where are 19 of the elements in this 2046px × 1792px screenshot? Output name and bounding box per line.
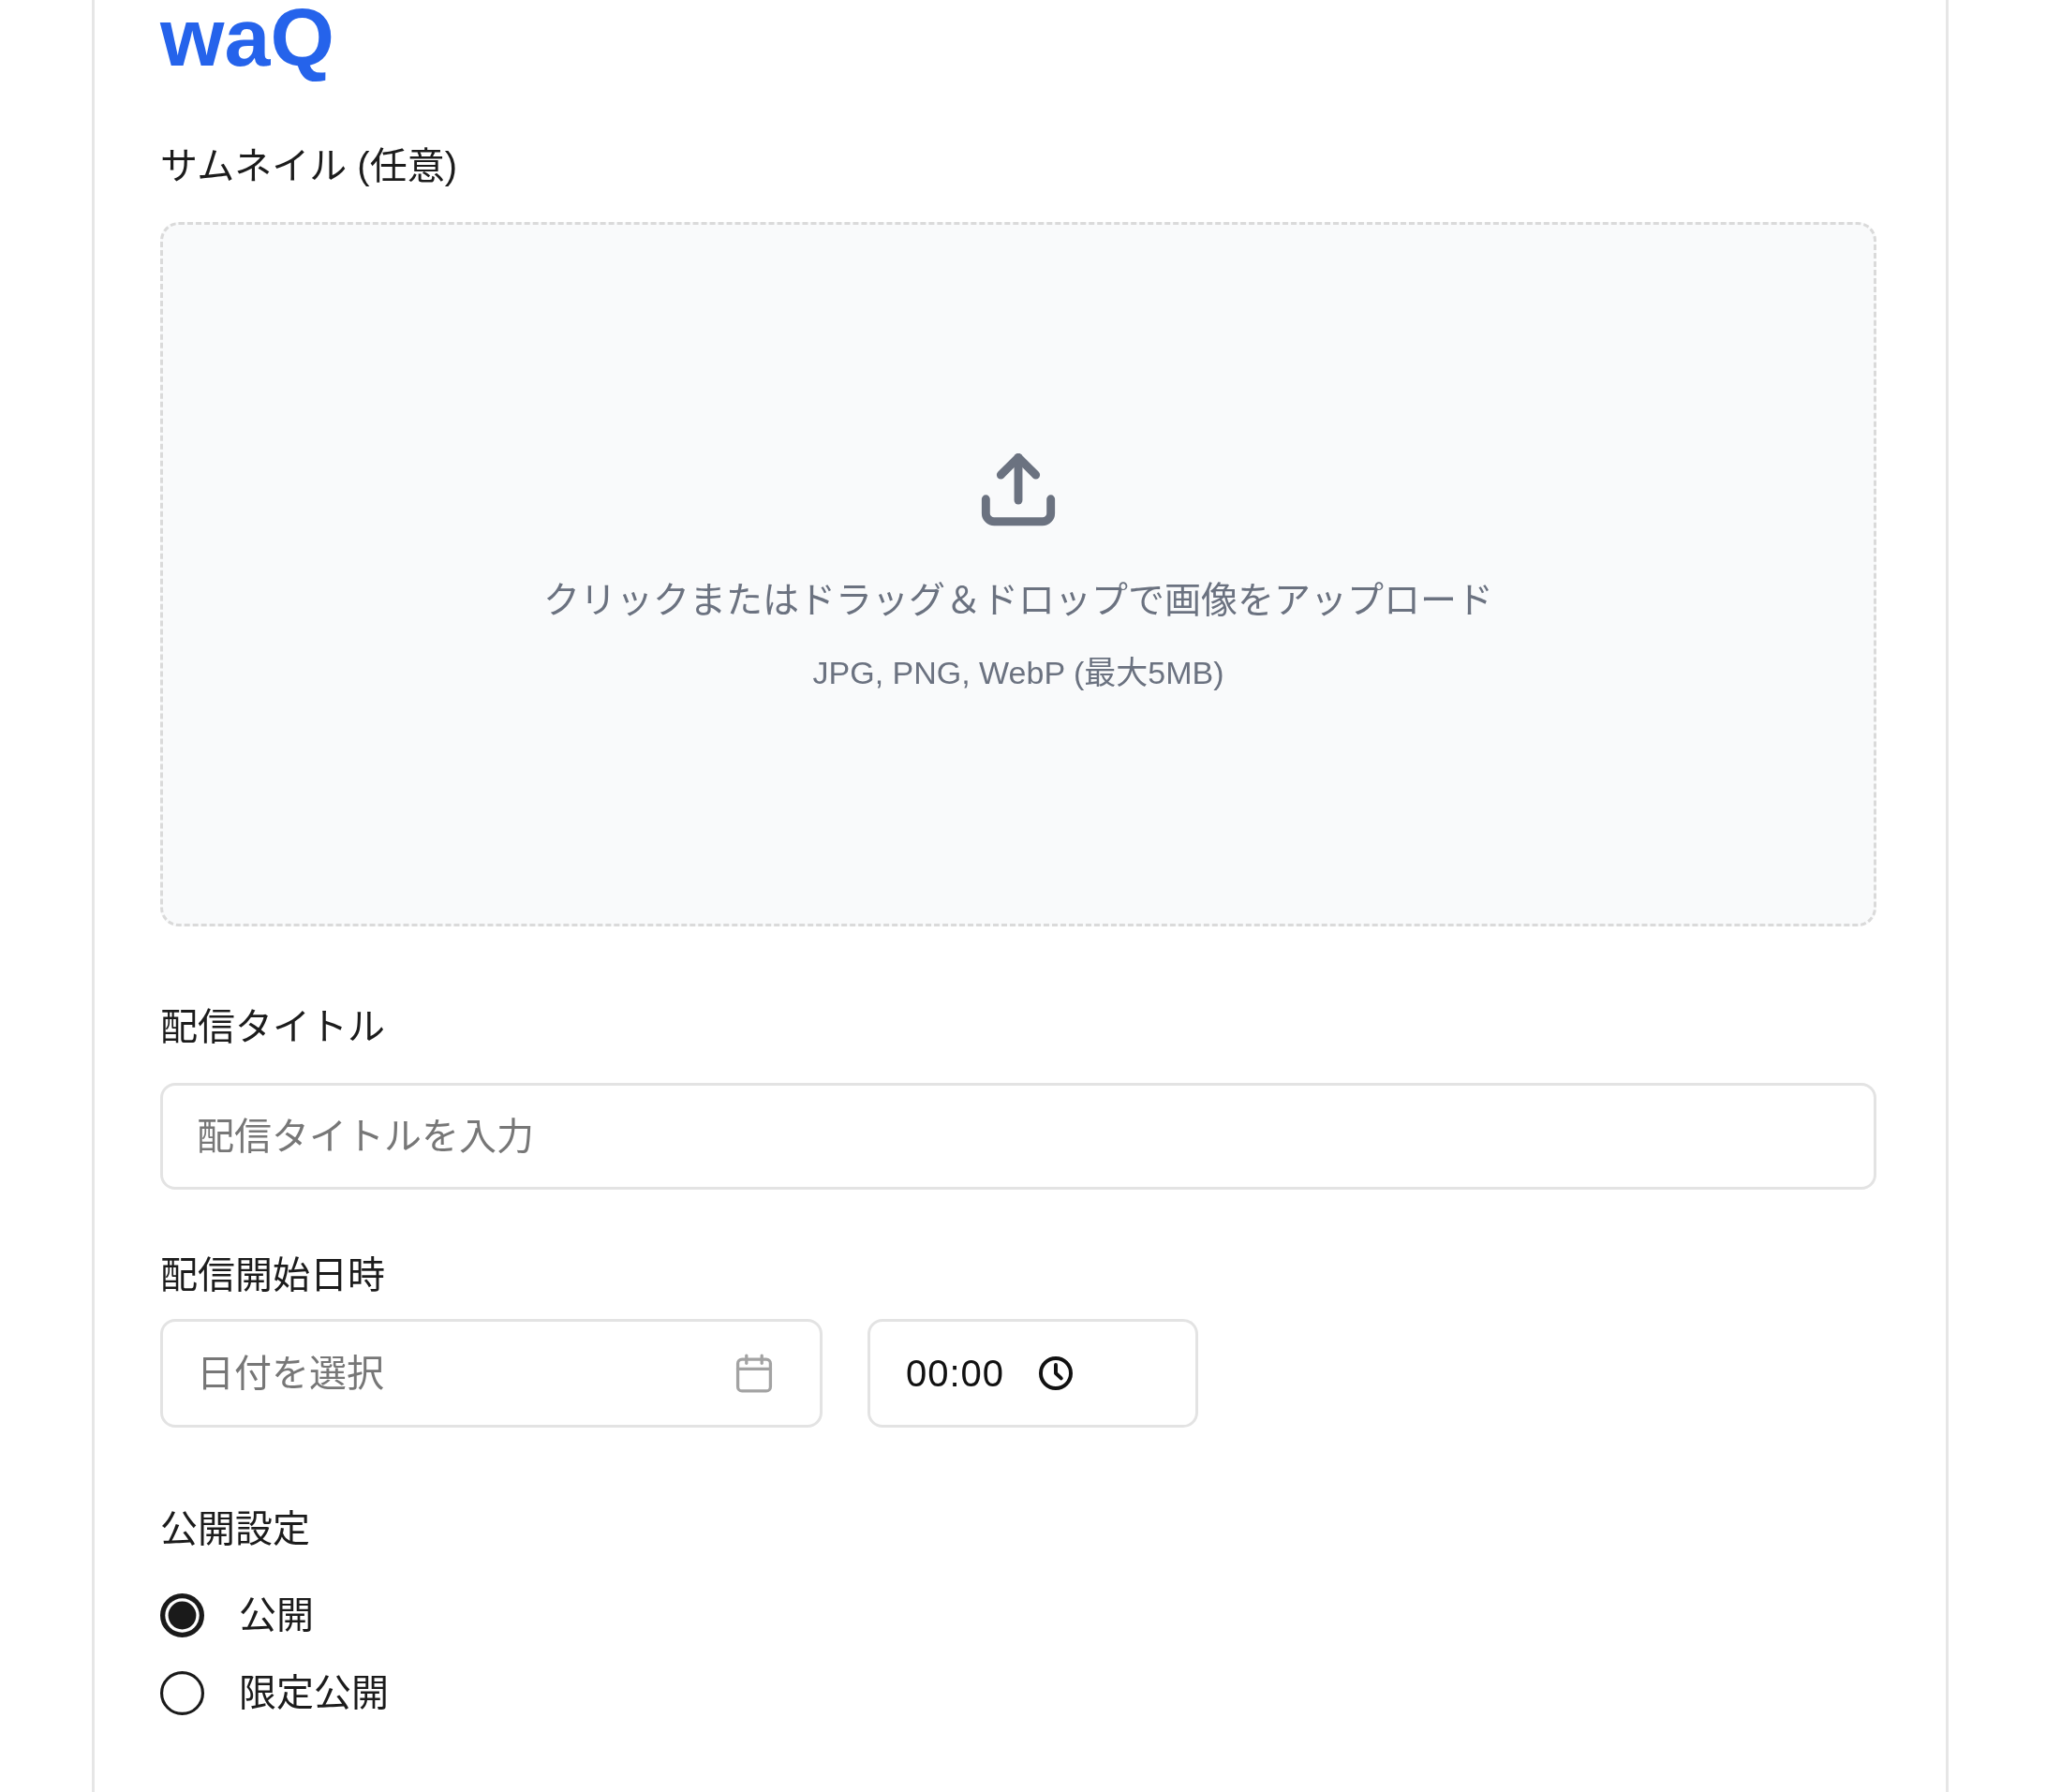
date-input[interactable]: 日付を選択 [197, 1352, 734, 1395]
upload-instruction: クリックまたはドラッグ＆ドロップで画像をアップロード [543, 579, 1493, 622]
calendar-icon [734, 1354, 774, 1393]
radio-button[interactable] [160, 1592, 204, 1637]
time-picker[interactable]: 00:00 [867, 1319, 1198, 1428]
time-input[interactable]: 00:00 [906, 1352, 1018, 1395]
title-input[interactable]: 配信タイトルを入力 [160, 1083, 1876, 1190]
field-label: 公開設定 [160, 1507, 310, 1551]
field-label: サムネイル (任意) [160, 144, 457, 188]
field-label: 配信開始日時 [160, 1253, 385, 1297]
clock-icon [1039, 1356, 1073, 1390]
upload-dropzone[interactable]: クリックまたはドラッグ＆ドロップで画像をアップロード JPG, PNG, WebP (最大5MB) [160, 222, 1876, 926]
option-label[interactable]: 限定公開 [239, 1665, 389, 1721]
upload-formats: JPG, PNG, WebP (最大5MB) [812, 654, 1224, 692]
upload-icon [981, 452, 1056, 527]
radio-button[interactable] [160, 1670, 204, 1715]
date-picker[interactable]: 日付を選択 [160, 1319, 823, 1428]
option-label[interactable]: 公開 [239, 1587, 314, 1643]
field-label: 配信タイトル [160, 1005, 385, 1049]
